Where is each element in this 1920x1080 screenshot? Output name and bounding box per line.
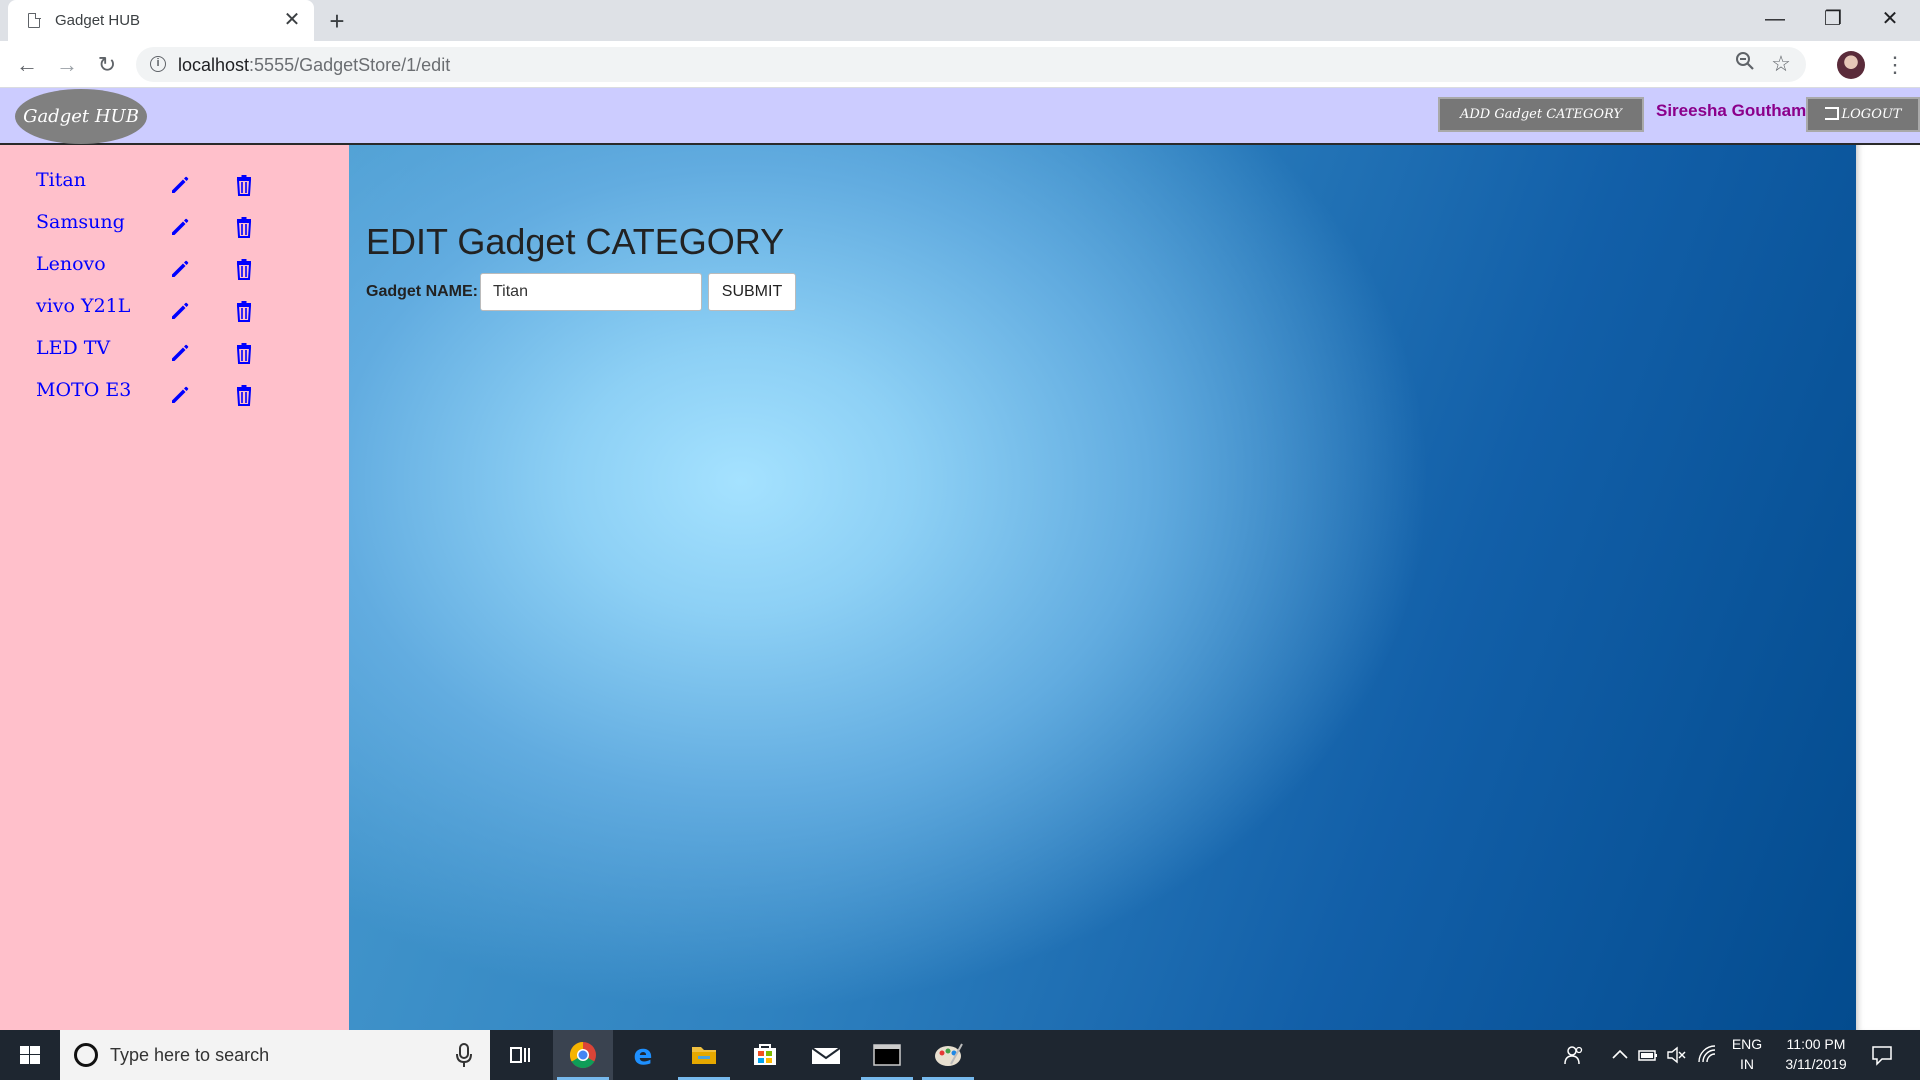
zoom-icon[interactable] (1732, 51, 1758, 77)
back-icon[interactable]: ← (12, 50, 42, 80)
region-code: IN (1740, 1056, 1754, 1072)
gadget-name-input[interactable] (480, 273, 702, 311)
logout-label: LOGOUT (1841, 107, 1902, 122)
people-icon[interactable] (1563, 1044, 1585, 1066)
sidebar-item: Titan (36, 169, 336, 211)
minimize-button[interactable]: — (1745, 0, 1805, 38)
wifi-icon[interactable] (1697, 1044, 1719, 1066)
window-close-button[interactable]: ✕ (1860, 0, 1920, 38)
trash-icon[interactable] (232, 257, 256, 281)
notification-icon[interactable] (1868, 1044, 1896, 1066)
sidebar-item: LED TV (36, 337, 336, 379)
login-icon (1824, 107, 1839, 120)
store-icon[interactable] (735, 1030, 795, 1080)
category-link[interactable]: Lenovo (36, 253, 106, 275)
taskbar-search[interactable]: Type here to search (60, 1030, 490, 1080)
pencil-icon[interactable] (168, 215, 192, 239)
reload-icon[interactable]: ↻ (92, 50, 122, 80)
submit-button[interactable]: SUBMIT (708, 273, 796, 311)
windows-start-icon[interactable] (0, 1030, 60, 1080)
language-code: ENG (1731, 1036, 1763, 1052)
add-category-button[interactable]: ADD Gadget CATEGORY (1438, 97, 1644, 132)
pencil-icon[interactable] (168, 173, 192, 197)
battery-icon[interactable] (1637, 1044, 1659, 1066)
category-link[interactable]: MOTO E3 (36, 379, 131, 401)
category-link[interactable]: vivo Y21L (36, 295, 130, 317)
browser-tab-strip: Gadget HUB ✕ + — ❐ ✕ (0, 0, 1920, 41)
terminal-icon[interactable] (857, 1030, 917, 1080)
sidebar-item: MOTO E3 (36, 379, 336, 421)
site-logo[interactable]: Gadget HUB (15, 89, 147, 144)
paint-icon[interactable] (918, 1030, 978, 1080)
page-icon (28, 12, 41, 28)
category-list: Titan Samsung Lenovo vivo Y21L LED TV MOTO E3 (36, 169, 336, 421)
app-header: Gadget HUB ADD Gadget CATEGORY Sireesha … (0, 88, 1920, 145)
microphone-icon[interactable] (454, 1042, 474, 1068)
browser-toolbar: ← → ↻ i localhost:5555/GadgetStore/1/edi… (0, 41, 1920, 88)
category-link[interactable]: LED TV (36, 337, 110, 359)
category-link[interactable]: Samsung (36, 211, 125, 233)
mail-icon[interactable] (796, 1030, 856, 1080)
avatar[interactable] (1837, 51, 1865, 79)
page-right-margin (1856, 145, 1920, 1030)
sidebar: Titan Samsung Lenovo vivo Y21L LED TV MOTO E3 (0, 145, 349, 1030)
file-explorer-icon[interactable] (674, 1030, 734, 1080)
chevron-up-icon[interactable] (1609, 1044, 1631, 1066)
restore-button[interactable]: ❐ (1803, 0, 1863, 38)
svg-text:e: e (634, 1038, 653, 1071)
category-link[interactable]: Titan (36, 169, 86, 191)
sidebar-item: Samsung (36, 211, 336, 253)
address-bar[interactable]: i localhost:5555/GadgetStore/1/edit ☆ (136, 47, 1806, 82)
edge-taskbar-icon[interactable]: e (613, 1030, 673, 1080)
volume-muted-icon[interactable] (1665, 1044, 1687, 1066)
logout-button[interactable]: LOGOUT (1806, 97, 1920, 132)
info-icon[interactable]: i (150, 56, 166, 72)
gadget-name-label: Gadget NAME: (366, 283, 478, 300)
page-title: EDIT Gadget CATEGORY (366, 221, 785, 262)
cortana-icon (74, 1043, 98, 1067)
pencil-icon[interactable] (168, 299, 192, 323)
language-indicator[interactable]: ENG IN (1724, 1030, 1770, 1080)
forward-icon[interactable]: → (52, 50, 82, 80)
pencil-icon[interactable] (168, 257, 192, 281)
pencil-icon[interactable] (168, 383, 192, 407)
windows-taskbar: Type here to search e ENG IN 11:00 PM 3/… (0, 1030, 1920, 1080)
task-view-icon[interactable] (490, 1030, 550, 1080)
sidebar-item: Lenovo (36, 253, 336, 295)
username: Sireesha Goutham (1656, 101, 1807, 120)
close-icon[interactable]: ✕ (280, 8, 304, 32)
url-text[interactable]: localhost:5555/GadgetStore/1/edit (178, 55, 450, 76)
chrome-taskbar-icon[interactable] (553, 1030, 613, 1080)
menu-icon[interactable]: ⋮ (1880, 50, 1910, 80)
clock-time: 11:00 PM (1786, 1036, 1846, 1052)
trash-icon[interactable] (232, 383, 256, 407)
star-icon[interactable]: ☆ (1768, 51, 1794, 77)
trash-icon[interactable] (232, 173, 256, 197)
clock-date: 3/11/2019 (1785, 1056, 1847, 1072)
browser-tab[interactable]: Gadget HUB ✕ (8, 0, 314, 41)
tab-title: Gadget HUB (55, 12, 141, 29)
sidebar-item: vivo Y21L (36, 295, 336, 337)
pencil-icon[interactable] (168, 341, 192, 365)
search-placeholder: Type here to search (110, 1045, 270, 1065)
main-content: EDIT Gadget CATEGORY Gadget NAME: SUBMIT (349, 145, 1856, 1030)
clock[interactable]: 11:00 PM 3/11/2019 (1768, 1030, 1864, 1080)
trash-icon[interactable] (232, 299, 256, 323)
trash-icon[interactable] (232, 341, 256, 365)
new-tab-button[interactable]: + (322, 6, 352, 36)
trash-icon[interactable] (232, 215, 256, 239)
